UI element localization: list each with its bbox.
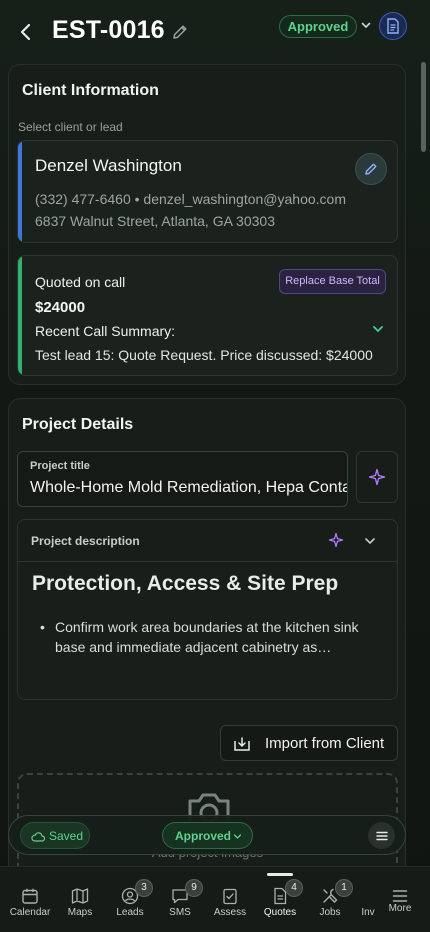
bottom-nav: Calendar Maps 3 Leads 9 SMS Assess 4 Quo… (0, 866, 430, 932)
sms-badge: 9 (185, 879, 203, 897)
more-actions-button[interactable] (368, 822, 395, 849)
import-button-label: Import from Client (265, 735, 385, 752)
project-section-title: Project Details (22, 416, 134, 433)
description-header[interactable]: Project description (18, 520, 397, 562)
call-summary-text: Test lead 15: Quote Request. Price discu… (35, 347, 373, 363)
nav-sms[interactable]: 9 SMS (155, 867, 205, 932)
chevron-down-icon[interactable] (363, 534, 377, 548)
saved-label: Saved (49, 829, 84, 843)
project-title-input[interactable]: Whole-Home Mold Remediation, Hepa Contai… (30, 479, 347, 497)
header: EST-0016 Approved (0, 0, 430, 64)
nav-label: More (388, 903, 412, 914)
quoted-on-call-card: Quoted on call Replace Base Total $24000… (17, 255, 398, 376)
client-name: Denzel Washington (35, 156, 182, 175)
import-icon (234, 737, 250, 751)
status-dropdown-label: Approved (175, 829, 232, 843)
select-client-label: Select client or lead (18, 120, 123, 134)
quotes-badge: 4 (285, 879, 303, 897)
status-badge[interactable]: Approved (279, 15, 357, 38)
chevron-down-icon[interactable] (371, 322, 385, 336)
client-card[interactable]: Denzel Washington (332) 477-6460 • denze… (17, 140, 398, 243)
call-summary-label: Recent Call Summary: (35, 323, 176, 339)
project-description-panel: Project description Protection, Access &… (17, 519, 398, 700)
ai-generate-title-button[interactable] (356, 451, 398, 503)
map-icon (71, 888, 89, 904)
replace-base-total-button[interactable]: Replace Base Total (279, 269, 386, 294)
edit-title-icon[interactable] (170, 22, 190, 42)
client-contact: (332) 477-6460 • denzel_washington@yahoo… (35, 191, 346, 207)
saved-status: Saved (20, 822, 90, 849)
edit-client-button[interactable] (355, 153, 387, 185)
project-title-label: Project title (30, 460, 90, 472)
estimate-screen: EST-0016 Approved Client Information Sel… (0, 0, 430, 932)
hamburger-icon (375, 831, 388, 840)
estimate-id: EST-0016 (52, 16, 165, 44)
back-icon[interactable] (16, 20, 36, 44)
nav-assess[interactable]: Assess (205, 867, 255, 932)
assess-icon (223, 888, 237, 905)
active-tab-indicator (267, 873, 293, 876)
sparkle-icon[interactable] (328, 532, 344, 548)
scrollbar[interactable] (421, 62, 426, 152)
project-title-field[interactable]: Project title Whole-Home Mold Remediatio… (17, 451, 348, 507)
bullet-dot: • (40, 619, 45, 635)
description-bullet-text: Confirm work area boundaries at the kitc… (55, 619, 359, 655)
quoted-amount: $24000 (35, 299, 86, 316)
nav-maps[interactable]: Maps (55, 867, 105, 932)
sparkle-icon (368, 468, 386, 486)
floating-action-bar: Saved Approved (8, 815, 406, 855)
description-bullet: • Confirm work area boundaries at the ki… (40, 617, 385, 657)
description-label: Project description (31, 534, 140, 548)
client-address: 6837 Walnut Street, Atlanta, GA 30303 (35, 213, 275, 229)
chevron-down-icon (233, 834, 242, 839)
import-from-client-button[interactable]: Import from Client (220, 725, 398, 761)
nav-more[interactable]: More (375, 867, 425, 932)
pencil-icon (365, 163, 377, 175)
client-section-title: Client Information (22, 82, 159, 99)
document-icon (387, 18, 399, 34)
cloud-icon (31, 832, 45, 842)
chevron-down-icon[interactable] (360, 19, 372, 31)
nav-quotes[interactable]: 4 Quotes (255, 867, 305, 932)
nav-calendar[interactable]: Calendar (5, 867, 55, 932)
leads-badge: 3 (135, 879, 153, 897)
calendar-icon (22, 888, 38, 904)
status-dropdown[interactable]: Approved (162, 822, 253, 849)
quote-accent-bar (18, 256, 22, 375)
nav-leads[interactable]: 3 Leads (105, 867, 155, 932)
description-heading: Protection, Access & Site Prep (32, 572, 339, 595)
client-accent-bar (18, 141, 22, 242)
quoted-label: Quoted on call (35, 274, 126, 290)
document-button[interactable] (379, 12, 407, 40)
